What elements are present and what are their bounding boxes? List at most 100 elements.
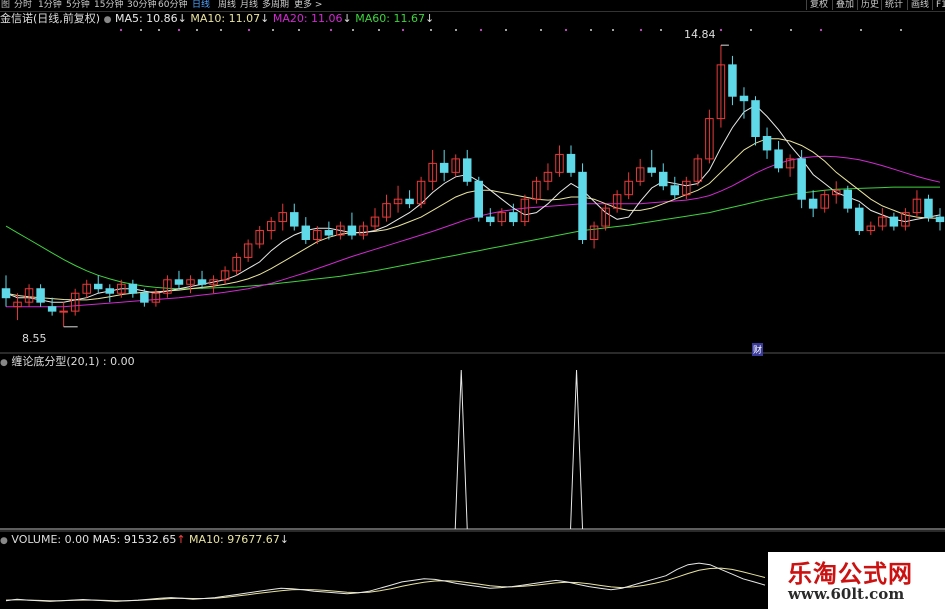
candle-body xyxy=(670,185,680,196)
candle-body xyxy=(290,212,299,227)
signal-dot xyxy=(860,29,862,31)
timeframe-10[interactable]: 更多 > xyxy=(294,0,322,11)
toolbar-button-2[interactable]: 历史 xyxy=(857,0,882,10)
signal-dot xyxy=(455,29,457,31)
signal-dot xyxy=(720,29,722,31)
toolbar-button-5[interactable]: F1 xyxy=(932,0,945,10)
signal-dot xyxy=(430,29,432,31)
signal-dot xyxy=(272,29,274,31)
signal-dot xyxy=(640,29,642,31)
candle-body xyxy=(935,216,945,223)
candle-body xyxy=(301,225,311,240)
candle-body xyxy=(128,283,138,294)
signal-dot xyxy=(402,29,404,31)
candle-body xyxy=(843,189,853,209)
candle-body xyxy=(197,279,207,285)
signal-dot xyxy=(220,29,222,31)
volume-ma10-legend: MA10: 97677.67 xyxy=(189,533,280,546)
timeframe-6[interactable]: 日线 xyxy=(192,0,210,11)
candle-body xyxy=(889,216,899,227)
low-price-label: 8.55 xyxy=(22,332,47,345)
signal-dot xyxy=(140,29,142,31)
settings-dot-icon[interactable]: ● xyxy=(104,15,112,25)
volume-title: VOLUME: 0.00 xyxy=(11,533,90,546)
ma10-legend: MA10: 11.07 xyxy=(190,12,261,25)
chart-mode-icon[interactable]: 图 xyxy=(1,0,10,11)
candle-body xyxy=(462,158,472,182)
signal-dot xyxy=(820,29,822,31)
ma10-arrow-icon: ↓ xyxy=(260,12,270,25)
symbol-title: 金信诺(日线,前复权) xyxy=(0,12,101,25)
candle-body xyxy=(578,171,587,240)
signal-dot xyxy=(590,29,592,31)
candle-body xyxy=(739,95,749,102)
candle-body xyxy=(174,279,184,285)
indicator-legend: ● 缠论底分型(20,1) : 0.00 xyxy=(0,355,135,370)
candle-body xyxy=(762,136,772,151)
candle-body xyxy=(566,153,576,173)
candle-body xyxy=(105,288,115,294)
candle-body xyxy=(924,198,933,218)
high-price-label: 14.84 xyxy=(684,28,716,41)
ma20-legend: MA20: 11.06 xyxy=(272,12,343,25)
price-legend: 金信诺(日线,前复权) ● MA5: 10.86↓ MA10: 11.07↓ M… xyxy=(0,12,434,25)
signal-dot xyxy=(378,29,380,31)
indicator-title: 缠论底分型(20,1) : 0.00 xyxy=(11,355,135,368)
signal-dot xyxy=(178,29,180,31)
timeframe-8[interactable]: 月线 xyxy=(240,0,258,11)
signal-dot xyxy=(505,29,507,31)
candle-body xyxy=(1,288,11,299)
candle-body xyxy=(324,230,334,236)
signal-dot xyxy=(120,29,122,31)
watermark-url: www.60lt.com xyxy=(788,585,905,603)
timeframe-0[interactable]: 分时 xyxy=(14,0,32,11)
signal-dot xyxy=(298,29,300,31)
toolbar-button-4[interactable]: 画线 xyxy=(907,0,932,10)
timeframe-4[interactable]: 30分钟 xyxy=(127,0,156,11)
signal-dot xyxy=(540,29,542,31)
volume-ma5-line xyxy=(5,562,766,602)
candle-body xyxy=(728,64,737,97)
timeframe-9[interactable]: 多周期 xyxy=(262,0,289,11)
up-arrow-icon: ↑ xyxy=(176,533,186,546)
ma20-arrow-icon: ↓ xyxy=(342,12,352,25)
toolbar-button-3[interactable]: 统计 xyxy=(881,0,906,10)
toolbar-button-1[interactable]: 叠加 xyxy=(832,0,857,10)
timeframe-5[interactable]: 60分钟 xyxy=(158,0,187,11)
chart-canvas xyxy=(0,29,945,602)
ma60-line xyxy=(5,186,940,290)
volume-ma10-line xyxy=(5,567,766,602)
toolbar-button-0[interactable]: 复权 xyxy=(806,0,831,10)
signal-dot xyxy=(480,29,482,31)
candle-body xyxy=(774,149,783,169)
candle-body xyxy=(751,100,760,138)
indicator-spike xyxy=(454,369,468,530)
candle-body xyxy=(140,292,149,303)
candle-body xyxy=(808,198,818,209)
candle-body xyxy=(647,167,656,173)
signal-dot xyxy=(248,29,250,31)
timeframe-7[interactable]: 周线 xyxy=(218,0,236,11)
signal-dot xyxy=(750,29,752,31)
timeframe-1[interactable]: 1分钟 xyxy=(38,0,62,11)
settings-dot-icon[interactable]: ● xyxy=(0,536,8,546)
down-arrow-icon: ↓ xyxy=(279,533,289,546)
financial-report-marker[interactable]: 财 xyxy=(752,343,764,356)
candle-body xyxy=(347,225,357,236)
settings-dot-icon[interactable]: ● xyxy=(0,358,8,368)
indicator-spike xyxy=(570,369,584,530)
timeframe-toolbar: 图分时 1分钟 5分钟 15分钟 30分钟 60分钟 日线 周线 月线 多周期 更多 > 复权 叠加 历史… xyxy=(0,0,945,12)
watermark-logo: 乐淘公式网 www.60lt.com xyxy=(768,552,945,609)
signal-dot xyxy=(660,29,662,31)
candle-body xyxy=(486,216,495,223)
volume-ma5-legend: MA5: 91532.65 xyxy=(92,533,177,546)
candle-body xyxy=(59,310,68,313)
signal-dot xyxy=(352,29,354,31)
timeframe-2[interactable]: 5分钟 xyxy=(66,0,90,11)
candle-body xyxy=(36,288,45,303)
signal-dot xyxy=(158,29,160,31)
candle-body xyxy=(659,171,668,187)
candle-body xyxy=(47,306,57,312)
ma60-arrow-icon: ↓ xyxy=(424,12,435,25)
timeframe-3[interactable]: 15分钟 xyxy=(94,0,123,11)
